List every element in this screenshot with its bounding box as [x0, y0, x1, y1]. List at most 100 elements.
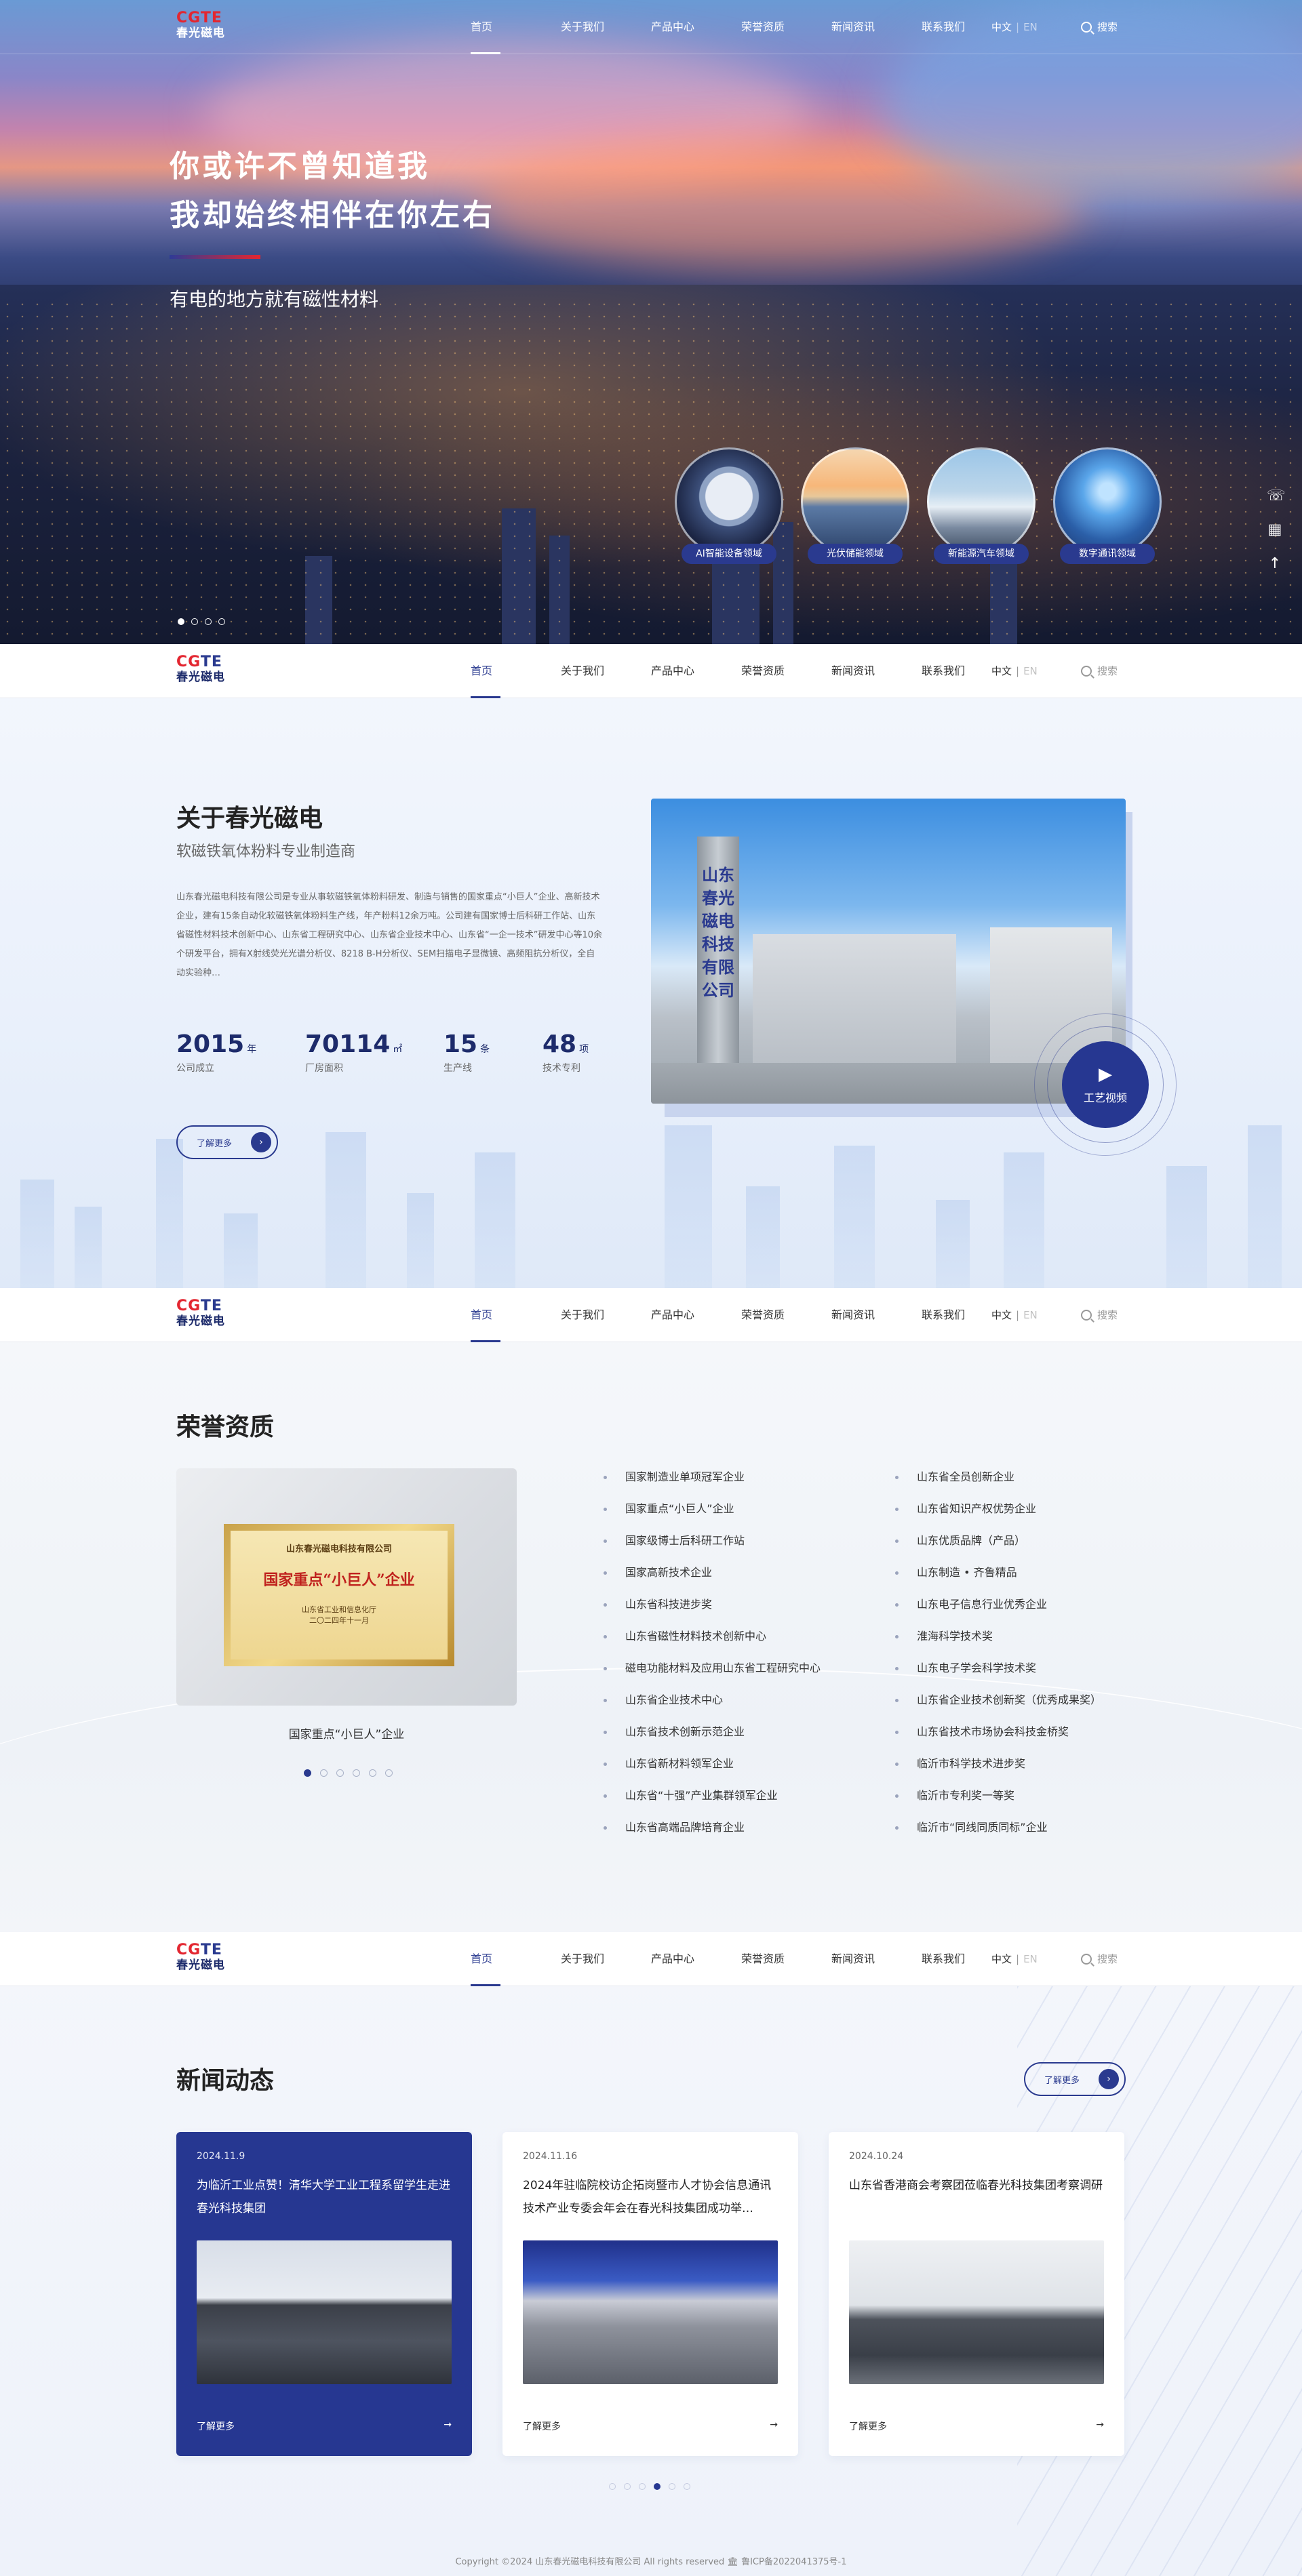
nav-item-about[interactable]: 关于我们 — [551, 0, 642, 54]
site-logo[interactable]: CGTE 春光磁电 — [176, 1943, 237, 1975]
news-dot[interactable] — [684, 2483, 690, 2490]
nav-item-products[interactable]: 产品中心 — [642, 1932, 732, 1986]
hero-dot[interactable] — [218, 618, 225, 625]
language-switch: 中文 | EN — [991, 0, 1038, 54]
stat-area: 70114 ㎡ 厂房面积 — [305, 1030, 403, 1074]
honors-dot[interactable] — [385, 1769, 393, 1777]
honors-dot[interactable] — [320, 1769, 328, 1777]
nav-item-contact[interactable]: 联系我们 — [912, 1932, 1002, 1986]
honor-item: 山东省知识产权优势企业 — [895, 1500, 1101, 1532]
news-pagination — [609, 2483, 690, 2490]
stat-founded: 2015 年 公司成立 — [176, 1030, 257, 1074]
lang-en[interactable]: EN — [1023, 1309, 1038, 1321]
nav-item-contact[interactable]: 联系我们 — [912, 0, 1002, 54]
nav-item-honors[interactable]: 荣誉资质 — [732, 0, 822, 54]
search-button[interactable]: 搜索 — [1081, 1288, 1118, 1342]
back-to-top-icon[interactable]: ↑ — [1267, 556, 1283, 572]
phone-icon[interactable]: ☏ — [1267, 488, 1286, 504]
search-label: 搜索 — [1097, 1953, 1118, 1965]
nav-item-about[interactable]: 关于我们 — [551, 1288, 642, 1342]
news-dot[interactable] — [654, 2483, 660, 2490]
nav-item-contact[interactable]: 联系我们 — [912, 1288, 1002, 1342]
lang-cn[interactable]: 中文 — [991, 21, 1012, 33]
news-dot[interactable] — [609, 2483, 616, 2490]
nav-item-honors[interactable]: 荣誉资质 — [732, 644, 822, 698]
news-date: 2024.11.16 — [523, 2151, 578, 2162]
site-logo[interactable]: CGTE 春光磁电 — [176, 1299, 237, 1331]
hero-dot[interactable] — [191, 618, 198, 625]
lang-en[interactable]: EN — [1023, 1953, 1038, 1965]
hero-slogan: 有电的地方就有磁性材料 — [170, 288, 379, 310]
field-pv[interactable]: 光伏储能领域 — [801, 447, 909, 564]
field-ev[interactable]: 新能源汽车领域 — [927, 447, 1035, 564]
nav-item-products[interactable]: 产品中心 — [642, 0, 732, 54]
nav-item-products[interactable]: 产品中心 — [642, 1288, 732, 1342]
hero-headline: 你或许不曾知道我 我却始终相伴在你左右 — [170, 142, 495, 240]
news-dot[interactable] — [639, 2483, 646, 2490]
news-dot[interactable] — [624, 2483, 631, 2490]
nav-item-news[interactable]: 新闻资讯 — [822, 1288, 912, 1342]
nav-item-home[interactable]: 首页 — [461, 0, 551, 54]
nav-item-about[interactable]: 关于我们 — [551, 1932, 642, 1986]
honors-dot[interactable] — [304, 1769, 311, 1777]
news-date: 2024.11.9 — [197, 2151, 245, 2162]
hero-headline-line-2: 我却始终相伴在你左右 — [170, 198, 495, 233]
nav-item-about[interactable]: 关于我们 — [551, 644, 642, 698]
lang-cn[interactable]: 中文 — [991, 665, 1012, 677]
field-label: AI智能设备领域 — [682, 544, 776, 564]
news-card[interactable]: 2024.11.16 2024年驻临院校访企拓岗暨市人才协会信息通讯技术产业专委… — [502, 2132, 798, 2456]
honor-item: 山东省企业技术创新奖（优秀成果奖） — [895, 1691, 1101, 1723]
search-label: 搜索 — [1097, 665, 1118, 677]
lang-en[interactable]: EN — [1023, 21, 1038, 33]
nav-item-honors[interactable]: 荣誉资质 — [732, 1288, 822, 1342]
search-icon — [1081, 666, 1092, 677]
lang-cn[interactable]: 中文 — [991, 1953, 1012, 1965]
site-logo[interactable]: CGTE 春光磁电 — [176, 655, 237, 687]
site-header: CGTE 春光磁电 首页 关于我们 产品中心 荣誉资质 新闻资讯 联系我们 中文… — [0, 644, 1302, 698]
search-button[interactable]: 搜索 — [1081, 644, 1118, 698]
qrcode-icon[interactable]: ▦ — [1267, 522, 1283, 538]
search-button[interactable]: 搜索 — [1081, 1932, 1118, 1986]
process-video-button[interactable]: ▶ 工艺视频 — [1034, 1013, 1177, 1156]
honors-dot[interactable] — [336, 1769, 344, 1777]
nav-item-news[interactable]: 新闻资讯 — [822, 0, 912, 54]
honors-pagination — [304, 1769, 393, 1777]
honors-section: 荣誉资质 山东春光磁电科技有限公司 国家重点“小巨人”企业 山东省工业和信息化厅… — [0, 1288, 1302, 1932]
nav-item-home[interactable]: 首页 — [461, 644, 551, 698]
nav-item-news[interactable]: 新闻资讯 — [822, 1932, 912, 1986]
lang-cn[interactable]: 中文 — [991, 1309, 1012, 1321]
honors-dot[interactable] — [353, 1769, 360, 1777]
nav-item-news[interactable]: 新闻资讯 — [822, 644, 912, 698]
news-more-link[interactable]: 了解更多 — [197, 2419, 235, 2433]
field-ai[interactable]: AI智能设备领域 — [675, 447, 783, 564]
nav-item-contact[interactable]: 联系我们 — [912, 644, 1002, 698]
search-icon — [1081, 1310, 1092, 1321]
news-more-button[interactable]: 了解更多 › — [1024, 2062, 1126, 2096]
hero-dot[interactable] — [205, 618, 212, 625]
hero-dot[interactable] — [178, 618, 184, 625]
lang-en[interactable]: EN — [1023, 665, 1038, 677]
news-dot[interactable] — [669, 2483, 675, 2490]
video-camera-icon: ▶ — [1099, 1064, 1112, 1085]
field-dc[interactable]: 数字通讯领域 — [1053, 447, 1162, 564]
news-photo — [197, 2240, 452, 2384]
news-more-link[interactable]: 了解更多 — [849, 2419, 887, 2433]
main-nav: 首页 关于我们 产品中心 荣誉资质 新闻资讯 联系我们 — [461, 0, 1002, 54]
arrow-right-icon: › — [251, 1132, 271, 1152]
copyright-footer: Copyright ©2024 山东春光磁电科技有限公司 All rights … — [455, 2557, 847, 2567]
about-more-button[interactable]: 了解更多 › — [176, 1125, 278, 1159]
search-button[interactable]: 搜索 — [1081, 0, 1118, 54]
news-card[interactable]: 2024.10.24 山东省香港商会考察团莅临春光科技集团考察调研 了解更多 → — [829, 2132, 1124, 2456]
honors-dot[interactable] — [369, 1769, 376, 1777]
news-more-link[interactable]: 了解更多 — [523, 2419, 561, 2433]
site-logo[interactable]: CGTE 春光磁电 — [176, 11, 237, 43]
nav-item-home[interactable]: 首页 — [461, 1288, 551, 1342]
honor-item: 山东省技术创新示范企业 — [604, 1723, 821, 1755]
news-date: 2024.10.24 — [849, 2151, 904, 2162]
nav-item-home[interactable]: 首页 — [461, 1932, 551, 1986]
nav-item-honors[interactable]: 荣誉资质 — [732, 1932, 822, 1986]
stat-patents: 48 项 技术专利 — [542, 1030, 589, 1074]
site-header: CGTE 春光磁电 首页 关于我们 产品中心 荣誉资质 新闻资讯 联系我们 中文… — [0, 1932, 1302, 1986]
nav-item-products[interactable]: 产品中心 — [642, 644, 732, 698]
news-card[interactable]: 2024.11.9 为临沂工业点赞！清华大学工业工程系留学生走进春光科技集团 了… — [176, 2132, 472, 2456]
